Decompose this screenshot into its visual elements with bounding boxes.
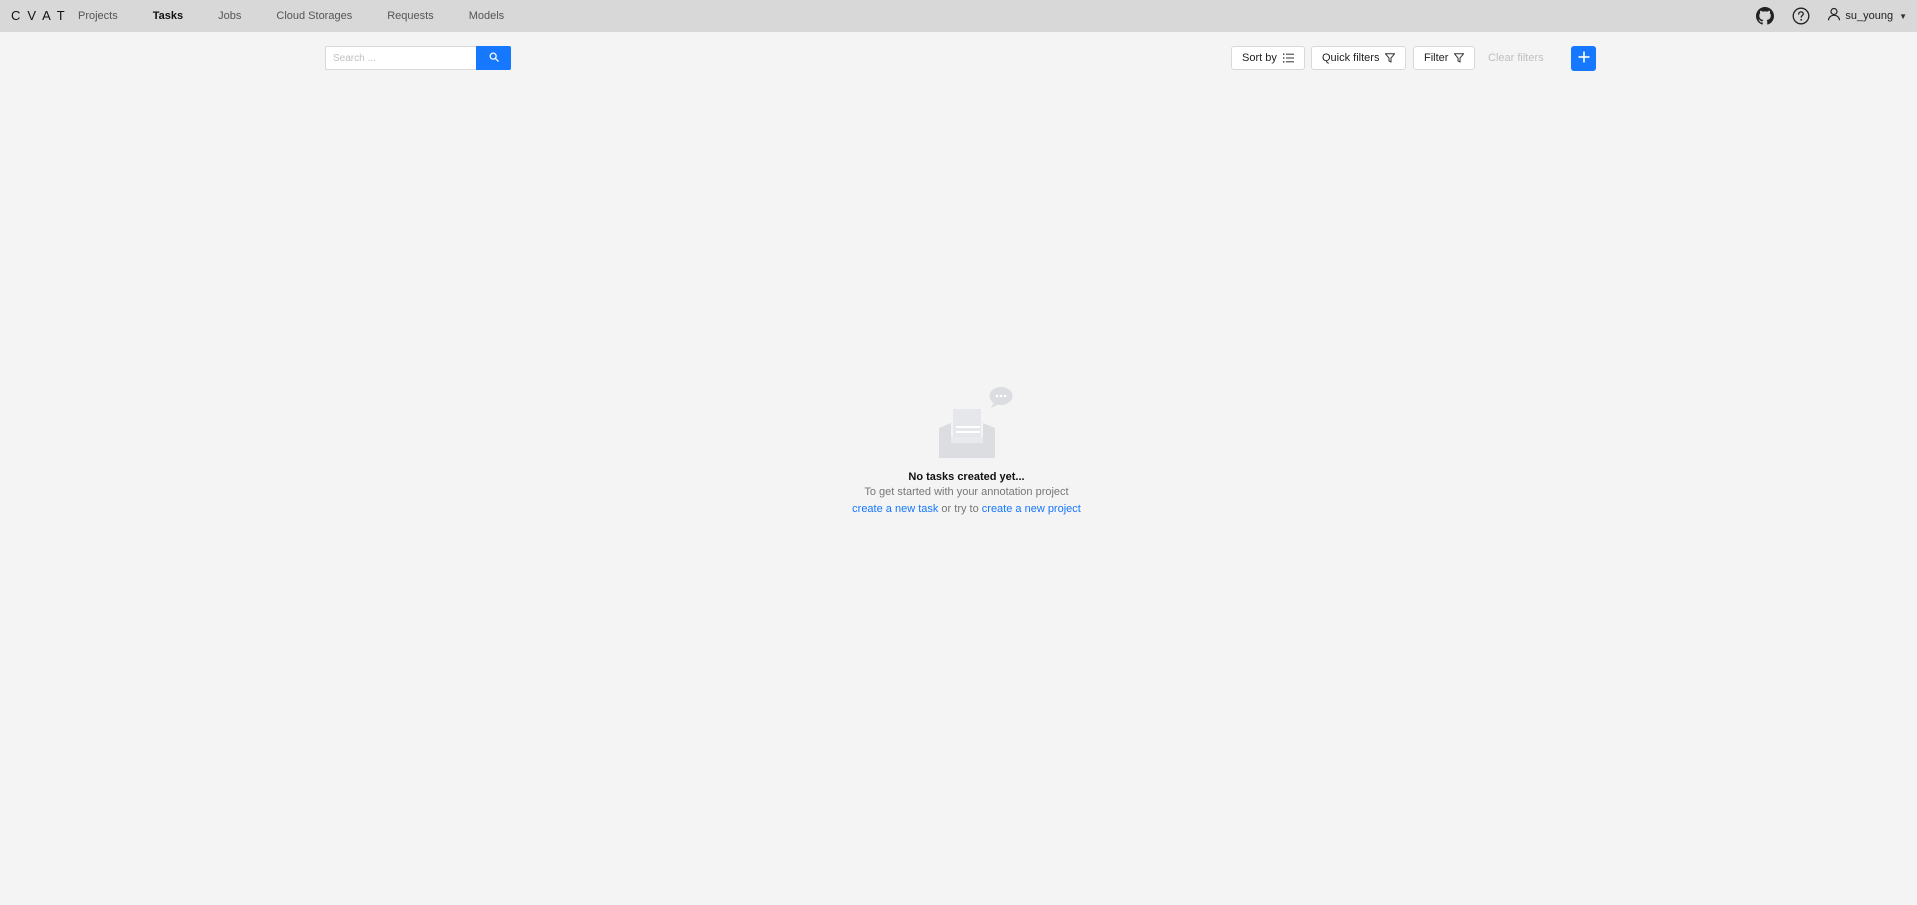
search-button[interactable] — [476, 46, 511, 70]
user-menu[interactable]: su_young ▼ — [1827, 7, 1907, 26]
quick-filters-label: Quick filters — [1322, 52, 1380, 64]
filter-icon — [1385, 53, 1396, 63]
search-icon — [489, 49, 499, 67]
empty-title: No tasks created yet... — [908, 471, 1025, 483]
sort-by-label: Sort by — [1242, 52, 1277, 64]
search-input[interactable] — [325, 46, 476, 70]
nav-projects[interactable]: Projects — [72, 0, 124, 32]
user-name: su_young — [1845, 10, 1894, 22]
clear-filters-button[interactable]: Clear filters — [1488, 46, 1544, 70]
create-project-link[interactable]: create a new project — [982, 503, 1081, 515]
empty-subtitle: To get started with your annotation proj… — [864, 486, 1069, 498]
main-nav: Projects Tasks Jobs Cloud Storages Reque… — [72, 0, 533, 32]
quick-filters-button[interactable]: Quick filters — [1311, 46, 1407, 70]
top-header: CVAT Projects Tasks Jobs Cloud Storages … — [0, 0, 1917, 32]
sort-list-icon — [1282, 53, 1294, 63]
header-actions: su_young ▼ — [1755, 0, 1917, 32]
filter-button[interactable]: Filter — [1413, 46, 1476, 70]
create-task-button[interactable] — [1571, 46, 1596, 71]
nav-tasks[interactable]: Tasks — [147, 0, 189, 32]
user-icon — [1827, 7, 1841, 26]
empty-connector: or try to — [938, 503, 982, 515]
empty-links: create a new task or try to create a new… — [0, 503, 1917, 515]
github-icon[interactable] — [1755, 6, 1775, 26]
sort-by-button[interactable]: Sort by — [1231, 46, 1305, 70]
nav-cloud-storages[interactable]: Cloud Storages — [270, 0, 358, 32]
nav-requests[interactable]: Requests — [381, 0, 439, 32]
create-task-link[interactable]: create a new task — [852, 503, 938, 515]
search-group — [325, 46, 511, 70]
filter-label: Filter — [1424, 52, 1449, 64]
help-icon[interactable] — [1791, 6, 1811, 26]
empty-inbox-icon — [937, 385, 1015, 464]
caret-down-icon: ▼ — [1899, 11, 1907, 21]
filter-icon — [1454, 53, 1465, 63]
plus-icon — [1578, 50, 1590, 68]
nav-jobs[interactable]: Jobs — [212, 0, 247, 32]
nav-models[interactable]: Models — [463, 0, 510, 32]
cvat-logo[interactable]: CVAT — [11, 8, 72, 23]
